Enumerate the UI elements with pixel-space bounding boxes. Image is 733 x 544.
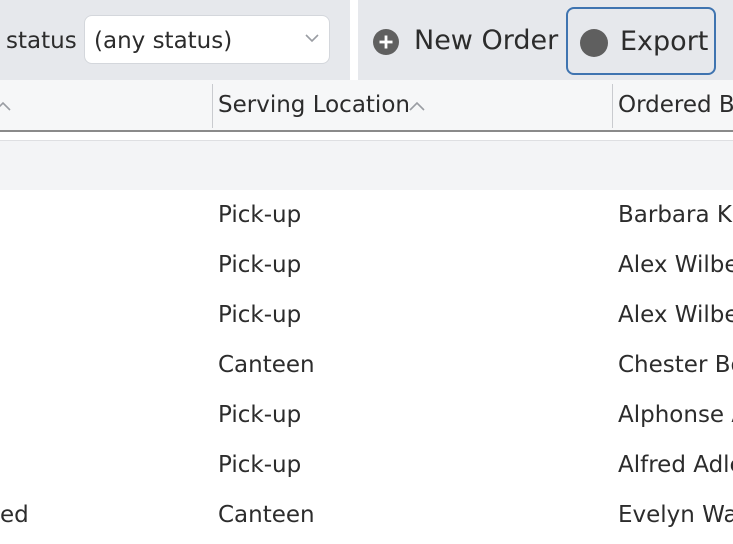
sort-ascending-icon[interactable] [408, 100, 426, 112]
ordered-by-cell: Chester Bo [618, 352, 733, 378]
column-header-serving-location[interactable]: Serving Location [218, 90, 410, 120]
ordered-by-cell: Evelyn Wa [618, 502, 733, 528]
export-button[interactable]: Export [566, 7, 716, 75]
column-header-ordered-by[interactable]: Ordered B [618, 90, 733, 120]
table-row[interactable]: Pick-up Barbara Kr [0, 190, 733, 240]
table-row[interactable]: Pick-up Alex Wilbe [0, 290, 733, 340]
status-filter-label: status [6, 28, 77, 54]
toolbar: status (any status) New Order Export [0, 0, 733, 80]
serving-location-cell: Pick-up [218, 252, 302, 278]
column-separator[interactable] [612, 84, 613, 128]
sort-ascending-icon[interactable] [0, 100, 12, 112]
chevron-down-icon [305, 34, 319, 43]
export-icon [580, 29, 608, 57]
status-cell: ed [0, 502, 29, 528]
ordered-by-cell: Alex Wilbe [618, 252, 733, 278]
serving-location-cell: Pick-up [218, 302, 302, 328]
serving-location-cell: Canteen [218, 352, 315, 378]
serving-location-cell: Pick-up [218, 202, 302, 228]
new-order-label: New Order [414, 25, 559, 56]
ordered-by-cell: Alphonse A [618, 402, 733, 428]
serving-location-cell: Pick-up [218, 402, 302, 428]
export-label: Export [620, 26, 709, 57]
table-row[interactable]: Canteen Chester Bo [0, 340, 733, 390]
app-frame: status (any status) New Order Export Ser… [0, 0, 733, 544]
column-separator[interactable] [212, 84, 213, 128]
table-row[interactable]: Pick-up Alex Wilbe [0, 240, 733, 290]
ordered-by-cell: Alex Wilbe [618, 302, 733, 328]
table-row[interactable]: ed Canteen Evelyn Wa [0, 490, 733, 540]
table-row[interactable]: Pick-up Alphonse A [0, 390, 733, 440]
plus-circle-icon [373, 29, 399, 55]
status-select-value: (any status) [94, 28, 233, 54]
ordered-by-cell: Alfred Adle [618, 452, 733, 478]
ordered-by-cell: Barbara Kr [618, 202, 733, 228]
serving-location-cell: Canteen [218, 502, 315, 528]
filter-row [0, 140, 733, 190]
table-row[interactable]: Pick-up Alfred Adle [0, 440, 733, 490]
status-select[interactable]: (any status) [84, 15, 330, 64]
serving-location-cell: Pick-up [218, 452, 302, 478]
toolbar-divider [350, 0, 358, 80]
